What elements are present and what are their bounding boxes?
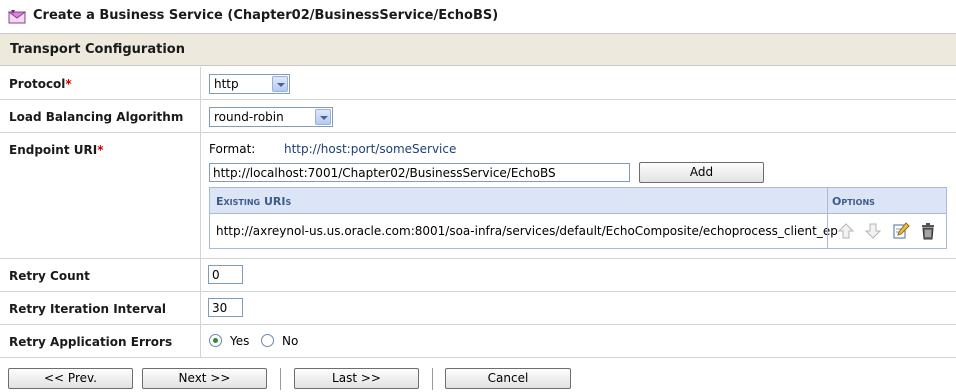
retry-count-label: Retry Count bbox=[9, 269, 90, 283]
format-value: http://host:port/someService bbox=[284, 142, 457, 156]
chevron-down-icon[interactable] bbox=[315, 109, 331, 125]
trash-icon[interactable] bbox=[919, 222, 937, 240]
next-button[interactable]: Next >> bbox=[142, 368, 267, 389]
retry-count-input[interactable]: 0 bbox=[208, 265, 243, 284]
chevron-down-icon[interactable] bbox=[272, 76, 288, 92]
prev-button[interactable]: << Prev. bbox=[8, 368, 133, 389]
retry-app-errors-label: Retry Application Errors bbox=[9, 335, 173, 349]
retry-no-radio[interactable] bbox=[261, 334, 274, 347]
page-title: Create a Business Service (Chapter02/Bus… bbox=[33, 8, 499, 23]
load-balancing-label: Load Balancing Algorithm bbox=[9, 110, 184, 124]
protocol-row: Protocol* http bbox=[0, 67, 956, 100]
retry-app-errors-row: Retry Application Errors Yes No bbox=[0, 325, 956, 358]
edit-icon[interactable] bbox=[892, 222, 910, 240]
endpoint-uri-input[interactable]: http://localhost:7001/Chapter02/Business… bbox=[209, 163, 630, 182]
format-label: Format: bbox=[209, 142, 256, 156]
last-button[interactable]: Last >> bbox=[294, 368, 419, 389]
retry-count-row: Retry Count 0 bbox=[0, 259, 956, 292]
column-header-uris: Existing URIs bbox=[216, 195, 292, 208]
retry-interval-input[interactable]: 30 bbox=[208, 298, 243, 317]
footer-divider bbox=[432, 368, 433, 390]
footer-divider bbox=[280, 368, 281, 390]
section-header: Transport Configuration bbox=[0, 34, 956, 66]
add-uri-button[interactable]: Add bbox=[639, 162, 764, 183]
load-balancing-select[interactable]: round-robin bbox=[209, 107, 333, 127]
table-header: Existing URIs Options bbox=[210, 188, 946, 214]
existing-uris-table: Existing URIs Options http://axreynol-us… bbox=[209, 187, 947, 249]
protocol-select[interactable]: http bbox=[209, 74, 290, 94]
load-balancing-row: Load Balancing Algorithm round-robin bbox=[0, 100, 956, 133]
move-up-arrow-icon[interactable] bbox=[837, 222, 855, 240]
retry-interval-row: Retry Iteration Interval 30 bbox=[0, 292, 956, 325]
endpoint-uri-label: Endpoint URI* bbox=[9, 143, 104, 157]
protocol-label: Protocol* bbox=[9, 77, 72, 91]
business-service-icon bbox=[8, 10, 26, 24]
column-header-options: Options bbox=[832, 195, 875, 208]
retry-no-label: No bbox=[282, 334, 299, 348]
section-title: Transport Configuration bbox=[10, 42, 185, 57]
move-down-arrow-icon[interactable] bbox=[864, 222, 882, 240]
uri-cell: http://axreynol-us.us.oracle.com:8001/so… bbox=[216, 224, 838, 238]
retry-yes-label: Yes bbox=[230, 334, 250, 348]
retry-yes-radio[interactable] bbox=[209, 334, 222, 347]
retry-interval-label: Retry Iteration Interval bbox=[9, 302, 167, 316]
page-header: Create a Business Service (Chapter02/Bus… bbox=[0, 0, 956, 34]
table-row: http://axreynol-us.us.oracle.com:8001/so… bbox=[210, 214, 946, 248]
cancel-button[interactable]: Cancel bbox=[445, 368, 571, 389]
